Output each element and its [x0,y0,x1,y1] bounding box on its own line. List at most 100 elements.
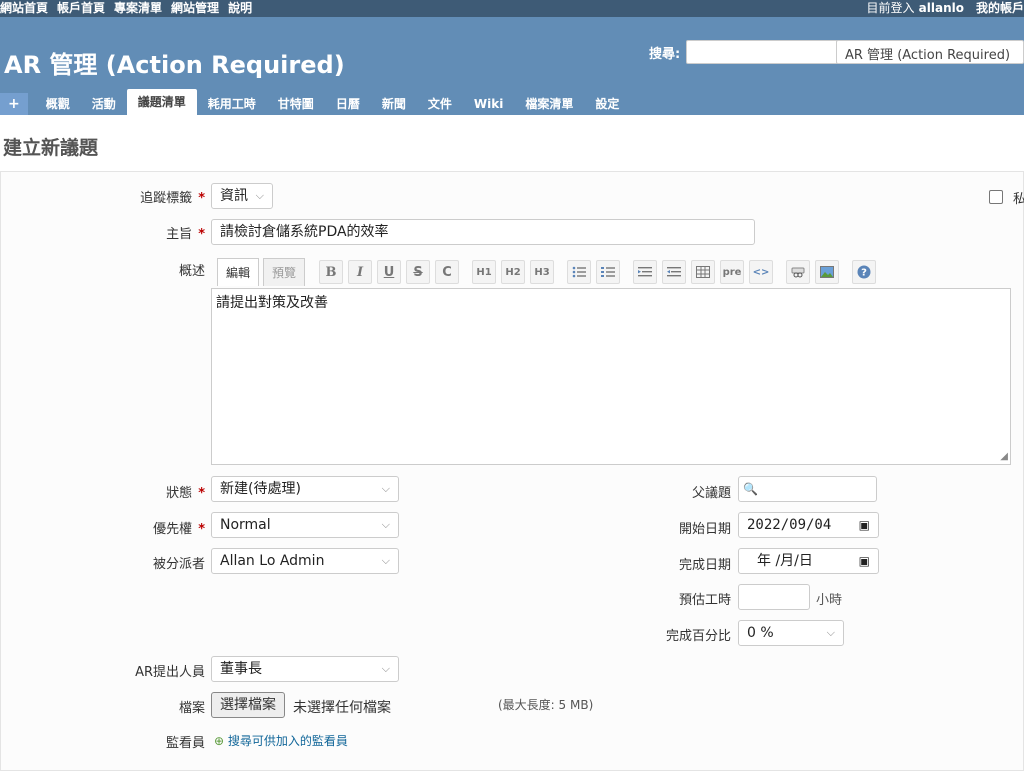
required-mark: * [198,227,205,242]
calendar-icon[interactable]: ▣ [859,549,870,573]
tracker-label: 追蹤標籤 * [140,187,205,206]
done-ratio-select[interactable]: 0 % ⌵ [738,620,844,646]
tab-wiki[interactable]: Wiki [463,93,514,115]
hours-unit: 小時 [816,593,843,608]
bulleted-list-icon[interactable] [567,260,591,284]
new-object-button[interactable]: + [0,93,28,115]
ar-raiser-select[interactable]: 董事長 ⌵ [211,656,399,682]
subject-input[interactable]: 請檢討倉儲系統PDA的效率 [211,219,755,245]
table-svg [696,266,710,278]
tab-calendar[interactable]: 日曆 [325,93,371,115]
strikethrough-button[interactable]: S [406,260,430,284]
tab-overview[interactable]: 概觀 [35,93,81,115]
start-date-value: 2022/09/04 [747,517,832,533]
pre-button[interactable]: pre [720,260,744,284]
search-input[interactable] [686,40,838,64]
code-highlight-button[interactable]: <> [749,260,773,284]
logged-as-label: 目前登入 [866,1,915,15]
description-textarea[interactable]: 請提出對策及改善 ◢ [211,288,1011,465]
heading1-button[interactable]: H1 [472,260,496,284]
status-value: 新建(待處理) [220,481,301,497]
estimated-hours-input[interactable] [738,584,810,610]
main-tabs: + 概觀 活動 議題清單 耗用工時 甘特圖 日曆 新聞 文件 Wiki 檔案清單… [0,89,630,115]
editor-tab-edit[interactable]: 編輯 [217,258,260,286]
tab-settings[interactable]: 設定 [584,93,630,115]
header: AR 管理 (Action Required) 搜尋: AR 管理 (Actio… [0,17,1024,115]
editor-tabs: 編輯 預覽 [217,258,309,286]
search-icon: 🔍 [743,482,758,496]
tracker-select[interactable]: 資訊 ⌵ [211,183,273,209]
add-icon: ⊕ [214,734,225,748]
start-date-label: 開始日期 [678,522,731,537]
tab-documents[interactable]: 文件 [417,93,463,115]
unquote-icon[interactable] [662,260,686,284]
assignee-select[interactable]: Allan Lo Admin ⌵ [211,548,399,574]
choose-file-button[interactable]: 選擇檔案 [211,692,285,718]
watchers-search-link[interactable]: 搜尋可供加入的監看員 [228,734,348,748]
max-size-text: (最大長度: 5 MB) [498,698,594,712]
tab-gantt[interactable]: 甘特圖 [267,93,325,115]
menu-my-account[interactable]: 我的帳戶 [976,0,1024,16]
project-jump-select[interactable]: AR 管理 (Action Required) [836,40,1024,64]
menu-help[interactable]: 說明 [228,0,252,16]
help-svg: ? [857,265,871,279]
tab-issues[interactable]: 議題清單 [126,89,197,115]
subject-label-text: 主旨 [166,227,193,242]
parent-issue-label: 父議題 [691,486,731,501]
chevron-down-icon: ⌵ [381,554,390,567]
assignee-value: Allan Lo Admin [220,553,325,569]
priority-label: 優先權 * [153,518,205,537]
ar-raiser-value: 董事長 [220,661,262,677]
priority-value: Normal [220,517,271,533]
done-ratio-value: 0 % [747,625,774,641]
priority-select[interactable]: Normal ⌵ [211,512,399,538]
bold-button[interactable]: B [319,260,343,284]
parent-issue-input[interactable]: 🔍 [738,476,877,502]
calendar-icon[interactable]: ▣ [859,513,870,537]
blockquote-icon[interactable] [633,260,657,284]
due-date-input[interactable]: 年 /月/日 ▣ [738,548,879,574]
help-icon[interactable]: ? [852,260,876,284]
main-content: 建立新議題 追蹤標籤 * 資訊 ⌵ 私 主旨 * 請檢討倉儲系統PDA的效率 概述 … [0,115,1024,771]
inline-code-button[interactable]: C [435,260,459,284]
editor-tab-preview[interactable]: 預覽 [263,258,306,286]
tab-files[interactable]: 檔案清單 [514,93,584,115]
italic-button[interactable]: I [348,260,372,284]
tracker-label-text: 追蹤標籤 [140,191,193,206]
tab-activity[interactable]: 活動 [81,93,127,115]
issue-form: 追蹤標籤 * 資訊 ⌵ 私 主旨 * 請檢討倉儲系統PDA的效率 概述 編輯 預覽 … [0,171,1024,771]
underline-button[interactable]: U [377,260,401,284]
status-label-text: 狀態 [166,486,193,501]
numbered-list-icon[interactable] [596,260,620,284]
assignee-label: 被分派者 [152,557,205,572]
description-value: 請提出對策及改善 [216,295,328,311]
unquote-svg [667,267,681,277]
menu-administration[interactable]: 網站管理 [171,0,219,16]
description-label: 概述 [178,264,205,279]
blockquote-svg [638,267,652,277]
image-icon[interactable] [815,260,839,284]
heading3-button[interactable]: H3 [530,260,554,284]
chevron-down-icon: ⌵ [826,626,835,639]
tab-news[interactable]: 新聞 [371,93,417,115]
table-icon[interactable] [691,260,715,284]
menu-home[interactable]: 網站首頁 [0,0,48,16]
status-label: 狀態 * [166,482,205,501]
menu-my-page[interactable]: 帳戶首頁 [57,0,105,16]
bulleted-list-svg [572,266,586,278]
status-select[interactable]: 新建(待處理) ⌵ [211,476,399,502]
start-date-input[interactable]: 2022/09/04 ▣ [738,512,879,538]
resize-grip-icon[interactable]: ◢ [1000,451,1008,462]
private-checkbox[interactable] [989,190,1003,204]
link-svg [791,267,805,278]
heading2-button[interactable]: H2 [501,260,525,284]
link-icon[interactable] [786,260,810,284]
help-glyph: ? [861,268,867,279]
tab-time-entries[interactable]: 耗用工時 [197,93,267,115]
chevron-down-icon: ⌵ [381,482,390,495]
menu-projects[interactable]: 專案清單 [114,0,162,16]
private-label: 私 [1013,192,1024,207]
logged-user[interactable]: allanlo [919,1,964,15]
no-file-text: 未選擇任何檔案 [293,700,391,716]
watchers-search: ⊕ 搜尋可供加入的監看員 [214,732,348,749]
